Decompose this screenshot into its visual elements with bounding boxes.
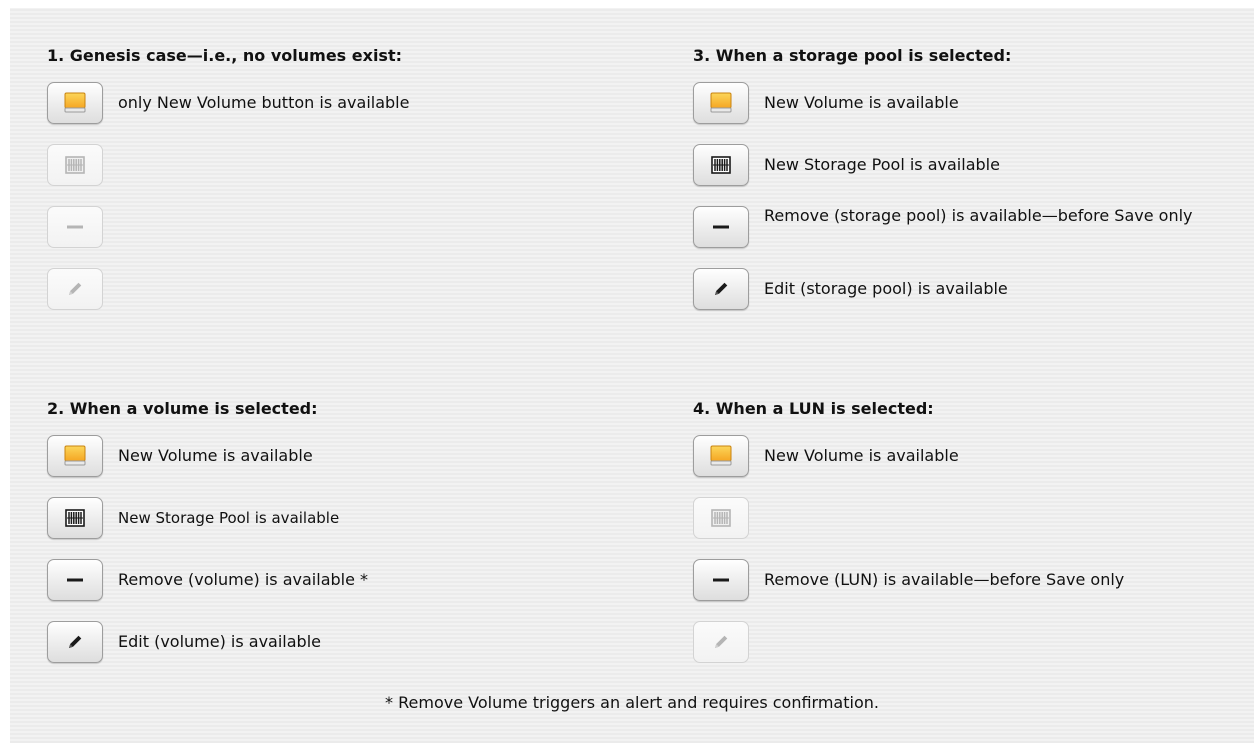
storage-pool-icon [711,156,731,174]
button-description: Remove (volume) is available * [118,570,369,589]
button-row: Edit (storage pool) is available [693,268,1256,312]
edit-pencil-icon [66,280,84,298]
remove-button[interactable] [47,206,103,248]
new-volume-button[interactable] [693,82,749,124]
new-volume-button[interactable] [693,435,749,477]
button-row: only New Volume button is available [47,82,647,126]
button-row [47,144,647,188]
button-description: New Storage Pool is available [764,155,1000,174]
storage-pool-icon [65,156,85,174]
new-volume-button[interactable] [47,82,103,124]
button-row: Remove (volume) is available * [47,559,647,603]
edit-button[interactable] [47,621,103,663]
remove-icon [711,224,731,230]
remove-button[interactable] [693,559,749,601]
section-heading: 1. Genesis case—i.e., no volumes exist: [47,46,402,65]
button-row: New Volume is available [693,435,1256,479]
section-lun-selected: 4. When a LUN is selected: New Volume is… [693,398,1256,683]
button-row [693,497,1256,541]
button-row: Edit (volume) is available [47,621,647,665]
edit-button[interactable] [693,268,749,310]
new-storage-pool-button[interactable] [693,497,749,539]
button-row: New Storage Pool is available [47,497,647,541]
section-storage-pool-selected: 3. When a storage pool is selected: New … [693,45,1256,330]
button-description: only New Volume button is available [118,93,410,112]
volume-icon [63,445,87,467]
button-description: Edit (storage pool) is available [764,279,1008,298]
button-row: New Volume is available [693,82,1256,126]
button-row: New Storage Pool is available [693,144,1256,188]
button-row [47,206,647,250]
new-volume-button[interactable] [47,435,103,477]
button-row: Remove (storage pool) is available—befor… [693,206,1256,250]
button-row: New Volume is available [47,435,647,479]
remove-button[interactable] [693,206,749,248]
button-description: New Volume is available [118,446,313,465]
storage-pool-icon [711,509,731,527]
volume-icon [63,92,87,114]
button-row: Remove (LUN) is available—before Save on… [693,559,1256,603]
edit-button[interactable] [693,621,749,663]
new-storage-pool-button[interactable] [47,497,103,539]
section-heading: 4. When a LUN is selected: [693,399,934,418]
storage-pool-icon [65,509,85,527]
edit-pencil-icon [66,633,84,651]
button-row [47,268,647,312]
button-row [693,621,1256,665]
button-description: Remove (LUN) is available—before Save on… [764,570,1125,589]
volume-icon [709,445,733,467]
section-genesis-case: 1. Genesis case—i.e., no volumes exist: … [47,45,647,330]
edit-pencil-icon [712,280,730,298]
button-description: Edit (volume) is available [118,632,321,651]
footnote: * Remove Volume triggers an alert and re… [385,693,879,712]
button-description: New Volume is available [764,446,959,465]
section-volume-selected: 2. When a volume is selected: New Volume… [47,398,647,683]
button-description: New Storage Pool is available [118,509,340,527]
button-description: Remove (storage pool) is available—befor… [764,206,1193,225]
edit-button[interactable] [47,268,103,310]
button-states-panel: 1. Genesis case—i.e., no volumes exist: … [10,8,1254,743]
button-description: New Volume is available [764,93,959,112]
remove-button[interactable] [47,559,103,601]
edit-pencil-icon [712,633,730,651]
new-storage-pool-button[interactable] [693,144,749,186]
remove-icon [711,577,731,583]
section-heading: 2. When a volume is selected: [47,399,318,418]
remove-icon [65,224,85,230]
volume-icon [709,92,733,114]
section-heading: 3. When a storage pool is selected: [693,46,1012,65]
remove-icon [65,577,85,583]
new-storage-pool-button[interactable] [47,144,103,186]
